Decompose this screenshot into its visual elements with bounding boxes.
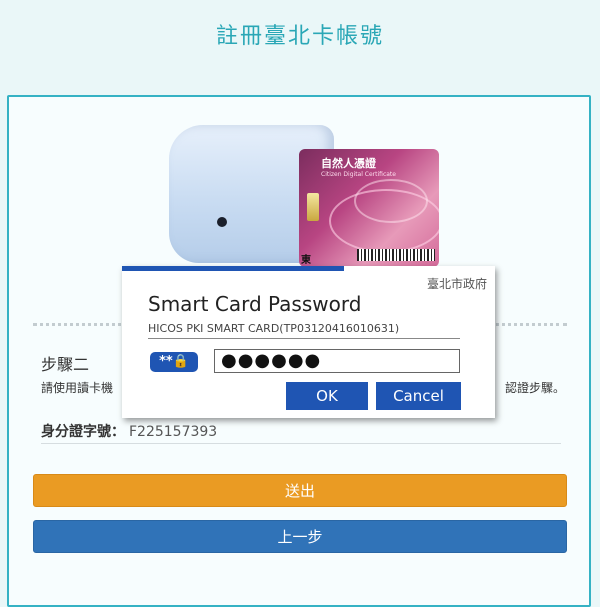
dialog-issuer: 臺北市政府 bbox=[426, 277, 487, 291]
id-number-value[interactable]: F225157393 bbox=[129, 424, 217, 440]
card-char: 東 bbox=[301, 255, 311, 266]
step-title: 步驟二 bbox=[41, 355, 90, 374]
reader-led bbox=[217, 217, 227, 227]
dialog-title: Smart Card Password bbox=[148, 292, 362, 316]
card-reader-illustration: 自然人憑證 Citizen Digital Certificate 東 bbox=[159, 117, 449, 267]
previous-step-button[interactable]: 上一步 bbox=[33, 520, 567, 553]
smart-card-password-dialog: 臺北市政府 Smart Card Password HICOS PKI SMAR… bbox=[122, 266, 495, 418]
step-instruction-tail: 認證步驟。 bbox=[505, 381, 566, 395]
password-input[interactable]: ●●●●●● bbox=[214, 349, 460, 373]
dialog-card-id: HICOS PKI SMART CARD(TP03120416010631) bbox=[148, 322, 460, 339]
dialog-accent-bar bbox=[122, 266, 344, 271]
cancel-button[interactable]: Cancel bbox=[376, 382, 461, 410]
card-title: 自然人憑證 bbox=[321, 157, 376, 170]
card-barcode bbox=[357, 249, 435, 261]
id-number-row: 身分證字號： F225157393 bbox=[41, 421, 561, 444]
card-chip bbox=[307, 193, 319, 221]
card-swirl bbox=[354, 179, 428, 223]
page-title: 註冊臺北卡帳號 bbox=[215, 24, 384, 49]
citizen-certificate-card-image: 自然人憑證 Citizen Digital Certificate 東 bbox=[299, 149, 439, 267]
password-lock-icon: **🔒 bbox=[150, 352, 198, 372]
ok-button[interactable]: OK bbox=[286, 382, 368, 410]
step-instruction: 請使用讀卡機 bbox=[41, 381, 114, 395]
id-number-label: 身分證字號： bbox=[41, 424, 125, 440]
card-subtitle: Citizen Digital Certificate bbox=[321, 171, 396, 178]
submit-button[interactable]: 送出 bbox=[33, 474, 567, 507]
